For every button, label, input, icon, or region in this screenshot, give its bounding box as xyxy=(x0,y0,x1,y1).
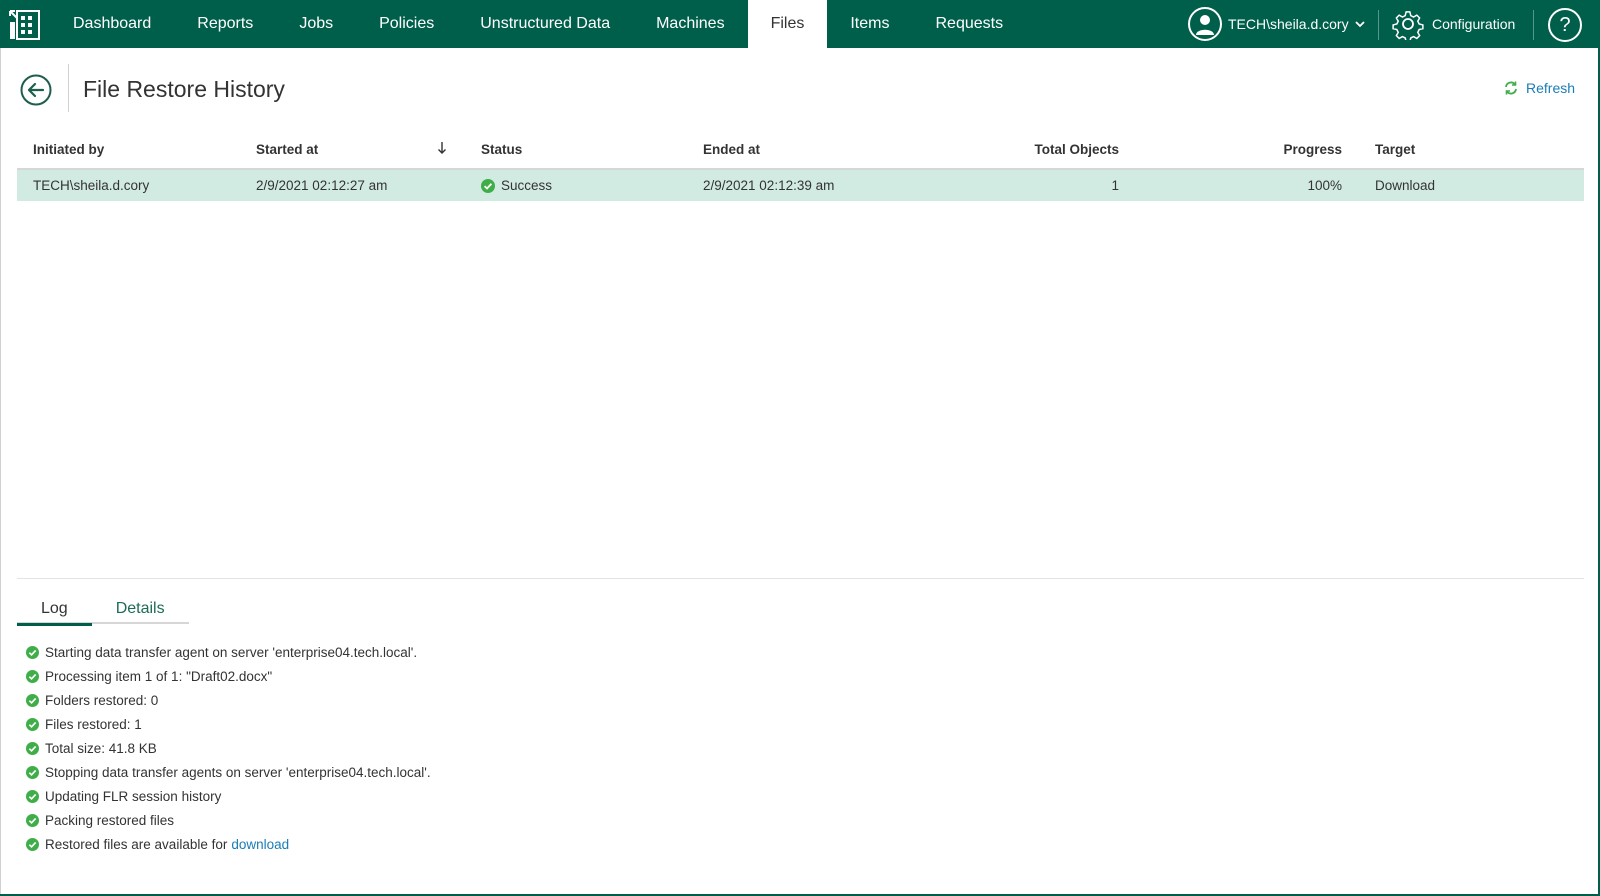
log-entry-text: Restored files are available for xyxy=(45,836,228,852)
restore-history-table: Initiated by Started at Status Ended at … xyxy=(17,130,1584,201)
nav-item-reports[interactable]: Reports xyxy=(174,0,276,48)
refresh-label: Refresh xyxy=(1526,80,1576,96)
log-entry: Restored files are available for download xyxy=(26,832,431,856)
log-entry-text: Total size: 41.8 KB xyxy=(45,740,157,756)
log-entry: Packing restored files xyxy=(26,808,431,832)
title-divider xyxy=(68,64,69,112)
log-entry: Starting data transfer agent on server '… xyxy=(26,640,431,664)
nav-item-requests[interactable]: Requests xyxy=(912,0,1026,48)
success-check-icon xyxy=(26,645,39,659)
success-check-icon xyxy=(26,693,39,707)
success-check-icon xyxy=(26,837,39,851)
panel-divider xyxy=(17,578,1584,579)
download-link[interactable]: download xyxy=(231,837,289,852)
user-avatar-icon xyxy=(1188,7,1222,41)
nav-item-policies[interactable]: Policies xyxy=(356,0,457,48)
log-entry-text: Folders restored: 0 xyxy=(45,692,159,708)
log-entry-text: Processing item 1 of 1: "Draft02.docx" xyxy=(45,668,273,684)
gear-icon xyxy=(1392,11,1424,40)
help-icon: ? xyxy=(1559,13,1571,36)
nav-divider xyxy=(1378,10,1379,40)
success-check-icon xyxy=(26,813,39,827)
log-entry: Folders restored: 0 xyxy=(26,688,431,712)
cell-initiated-by: TECH\sheila.d.cory xyxy=(33,178,150,193)
status-label: Success xyxy=(501,178,553,193)
cell-status: Success xyxy=(481,170,552,201)
success-check-icon xyxy=(481,178,495,193)
log-entry: Updating FLR session history xyxy=(26,784,431,808)
back-arrow-icon[interactable] xyxy=(20,74,52,106)
nav-item-jobs[interactable]: Jobs xyxy=(276,0,356,48)
log-entry: Files restored: 1 xyxy=(26,712,431,736)
app-logo-icon[interactable] xyxy=(8,8,42,42)
success-check-icon xyxy=(26,741,39,755)
success-check-icon xyxy=(26,669,39,683)
configuration-label: Configuration xyxy=(1432,16,1516,32)
nav-item-dashboard[interactable]: Dashboard xyxy=(50,0,174,48)
cell-started-at: 2/9/2021 02:12:27 am xyxy=(256,178,388,193)
column-header-progress[interactable]: Progress xyxy=(1217,130,1342,168)
nav-item-items[interactable]: Items xyxy=(827,0,912,48)
cell-total-objects: 1 xyxy=(1111,178,1119,193)
nav-item-machines[interactable]: Machines xyxy=(633,0,747,48)
main-nav: Dashboard Reports Jobs Policies Unstruct… xyxy=(50,0,1026,48)
log-entry-text: Packing restored files xyxy=(45,812,175,828)
cell-ended-at: 2/9/2021 02:12:39 am xyxy=(703,178,835,193)
log-entry-text: Files restored: 1 xyxy=(45,716,142,732)
nav-item-unstructured-data[interactable]: Unstructured Data xyxy=(457,0,633,48)
user-menu[interactable]: TECH\sheila.d.cory xyxy=(1188,0,1365,48)
column-header-started-at[interactable]: Started at xyxy=(256,130,456,168)
nav-divider xyxy=(1533,10,1534,40)
log-entry-text: Stopping data transfer agents on server … xyxy=(45,764,431,780)
table-row[interactable]: TECH\sheila.d.cory 2/9/2021 02:12:27 am … xyxy=(17,170,1584,201)
sort-descending-icon[interactable] xyxy=(437,141,447,155)
column-header-status[interactable]: Status xyxy=(481,130,522,168)
log-entry-text: Updating FLR session history xyxy=(45,788,222,804)
success-check-icon xyxy=(26,717,39,731)
details-tabs: Log Details xyxy=(17,594,189,626)
log-list: Starting data transfer agent on server '… xyxy=(26,640,431,856)
log-entry-text: Starting data transfer agent on server '… xyxy=(45,644,418,660)
user-name: TECH\sheila.d.cory xyxy=(1228,16,1349,32)
column-header-ended-at[interactable]: Ended at xyxy=(703,130,760,168)
tab-log[interactable]: Log xyxy=(17,594,92,626)
tab-details[interactable]: Details xyxy=(92,594,189,624)
refresh-button[interactable]: Refresh xyxy=(1503,80,1575,96)
cell-target: Download xyxy=(1375,178,1436,193)
frame-border xyxy=(0,48,1,896)
success-check-icon xyxy=(26,765,39,779)
top-navigation-bar: Dashboard Reports Jobs Policies Unstruct… xyxy=(0,0,1600,48)
help-button[interactable]: ? xyxy=(1548,8,1582,42)
log-entry: Processing item 1 of 1: "Draft02.docx" xyxy=(26,664,431,688)
nav-item-files[interactable]: Files xyxy=(747,0,828,48)
page-title: File Restore History xyxy=(83,76,285,102)
configuration-button[interactable]: Configuration xyxy=(1392,0,1515,48)
column-header-target[interactable]: Target xyxy=(1375,130,1415,168)
log-entry: Total size: 41.8 KB xyxy=(26,736,431,760)
column-header-total-objects[interactable]: Total Objects xyxy=(977,130,1119,168)
log-entry: Stopping data transfer agents on server … xyxy=(26,760,431,784)
cell-progress: 100% xyxy=(1307,178,1342,193)
success-check-icon xyxy=(26,789,39,803)
chevron-down-icon xyxy=(1354,21,1365,28)
column-header-started-at-label: Started at xyxy=(256,141,319,157)
column-header-initiated-by[interactable]: Initiated by xyxy=(33,130,104,168)
table-header: Initiated by Started at Status Ended at … xyxy=(17,130,1584,170)
refresh-icon xyxy=(1505,81,1517,95)
